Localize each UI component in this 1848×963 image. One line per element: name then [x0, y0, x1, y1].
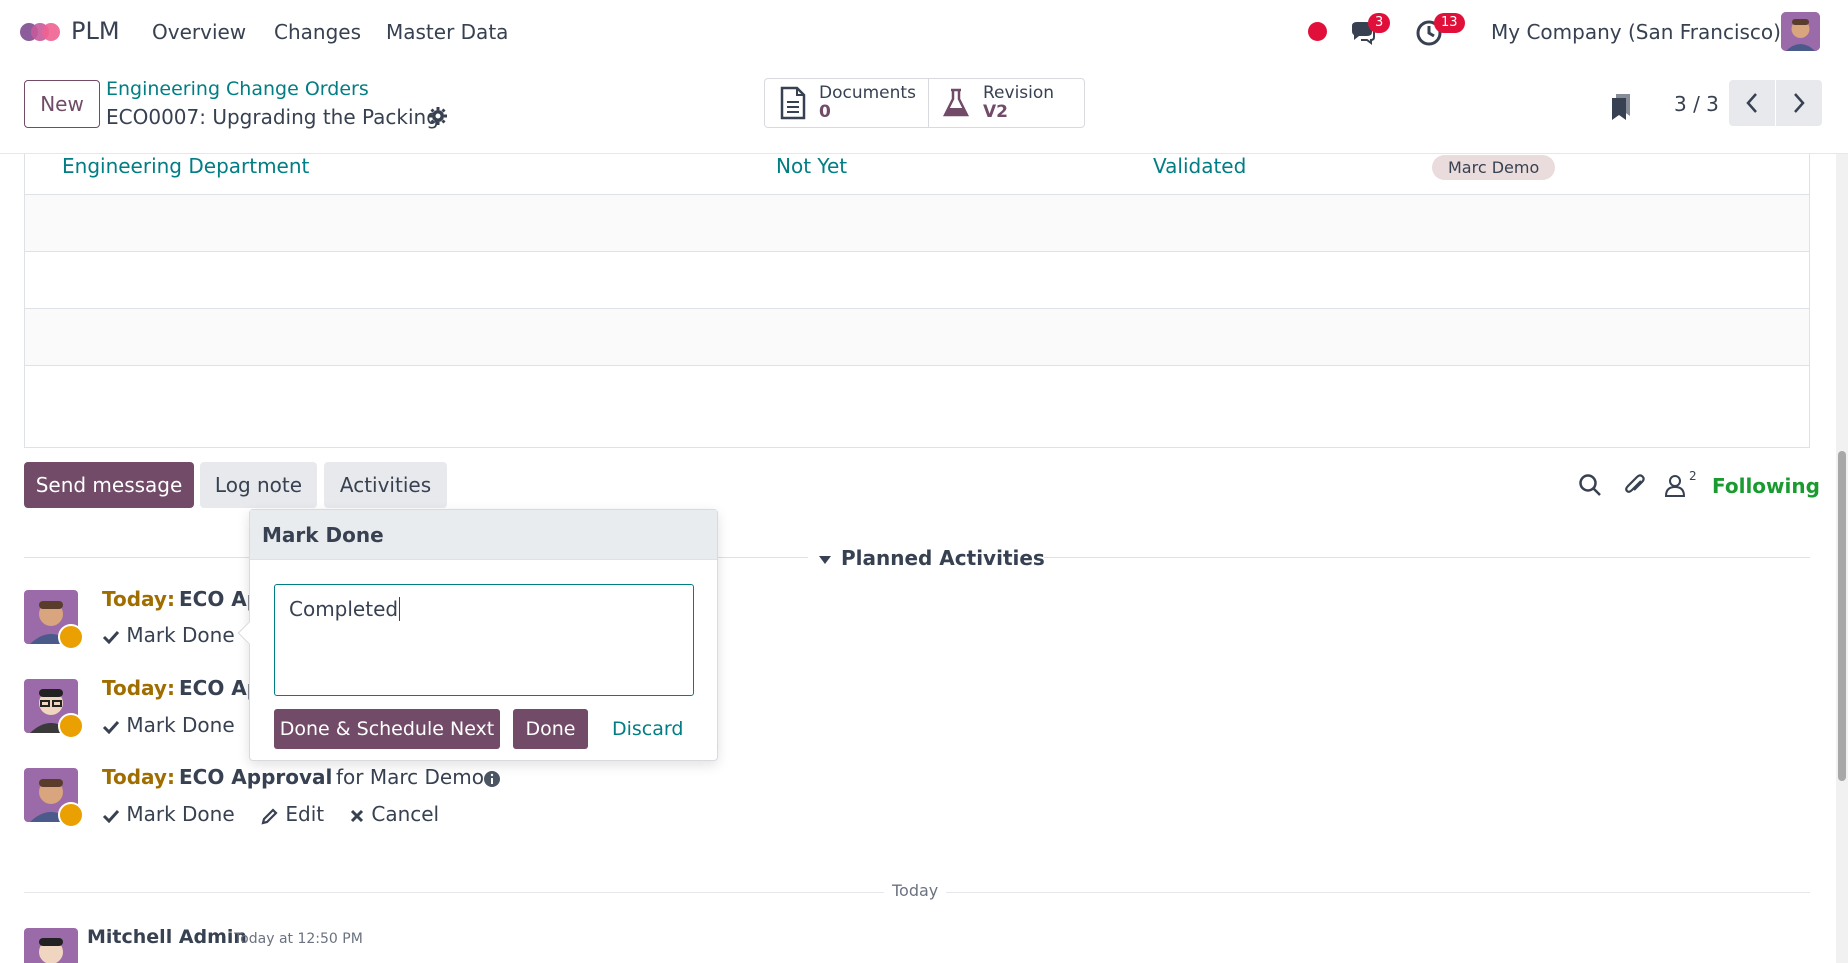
bookmark-icon[interactable] [1610, 92, 1632, 122]
control-panel: New Engineering Change Orders ECO0007: U… [0, 64, 1848, 154]
messages-badge: 3 [1368, 13, 1391, 33]
activity-type-dot [58, 713, 84, 739]
activities-badge: 13 [1434, 13, 1465, 33]
revision-label: Revision [983, 83, 1055, 103]
feedback-value: Completed [289, 597, 399, 621]
cancel-label: Cancel [371, 802, 440, 826]
scrollbar-thumb[interactable] [1838, 451, 1846, 781]
revision-smart-button[interactable]: Revision V2 [928, 79, 1084, 127]
company-switcher[interactable]: My Company (San Francisco) [1491, 20, 1781, 44]
divider [718, 557, 808, 558]
breadcrumb-eco[interactable]: Engineering Change Orders [106, 78, 369, 100]
table-row-empty [25, 252, 1809, 309]
activities-button[interactable]: Activities [324, 462, 447, 508]
top-navbar: PLM Overview Changes Master Data 3 13 My… [0, 0, 1848, 64]
mark-done-label: Mark Done [126, 623, 235, 647]
date-divider-label: Today [884, 881, 947, 900]
nav-changes[interactable]: Changes [274, 20, 361, 44]
gear-icon[interactable] [428, 106, 448, 126]
done-button[interactable]: Done [513, 709, 588, 749]
edit-activity-button[interactable]: Edit [261, 802, 324, 826]
user-icon[interactable] [1662, 472, 1688, 498]
record-title: ECO0007: Upgrading the Packing [106, 105, 439, 129]
message-author[interactable]: Mitchell Admin [87, 926, 247, 948]
plm-logo-icon[interactable] [20, 19, 60, 45]
document-icon [780, 86, 806, 120]
mark-done-label: Mark Done [126, 713, 235, 737]
table-row-empty [25, 309, 1809, 366]
table-row-empty [25, 195, 1809, 252]
popover-header: Mark Done [250, 510, 717, 560]
nav-master-data[interactable]: Master Data [386, 20, 508, 44]
search-icon[interactable] [1577, 472, 1603, 498]
avatar[interactable] [24, 928, 78, 963]
activity-type-dot [58, 624, 84, 650]
team-cell[interactable]: Engineering Department [62, 154, 309, 178]
message-time: Today at 12:50 PM [234, 931, 363, 947]
following-button[interactable]: Following [1712, 474, 1820, 498]
pager-next-button[interactable] [1776, 80, 1822, 126]
documents-count: 0 [819, 102, 831, 122]
mark-done-popover: Mark Done Completed Done & Schedule Next… [237, 509, 718, 761]
table-row[interactable]: Engineering Department Not Yet Validated… [25, 154, 1809, 195]
check-icon [102, 630, 120, 644]
activity-due: Today: [102, 587, 175, 611]
documents-label: Documents [819, 83, 916, 103]
check-icon [102, 809, 120, 823]
edit-label: Edit [285, 802, 325, 826]
revision-value: V2 [983, 102, 1008, 122]
check-icon [102, 720, 120, 734]
divider [24, 557, 249, 558]
activity-type-dot [58, 802, 84, 828]
user-avatar[interactable] [1781, 12, 1820, 51]
discard-button[interactable]: Discard [612, 709, 683, 749]
divider [1044, 557, 1810, 558]
done-schedule-next-button[interactable]: Done & Schedule Next [274, 709, 500, 749]
app-name[interactable]: PLM [71, 17, 120, 45]
followers-count: 2 [1689, 469, 1697, 483]
user-tag[interactable]: Marc Demo [1432, 155, 1556, 180]
flask-icon [943, 88, 969, 117]
status-cell[interactable]: Not Yet [776, 154, 847, 178]
planned-activities-toggle[interactable]: Planned Activities [818, 546, 1045, 570]
nav-overview[interactable]: Overview [152, 20, 246, 44]
feedback-textarea[interactable]: Completed [274, 584, 694, 696]
mark-done-button[interactable]: Mark Done [102, 623, 235, 647]
x-icon [350, 809, 364, 822]
new-button[interactable]: New [24, 80, 100, 128]
paperclip-icon[interactable] [1622, 472, 1648, 498]
chevron-right-icon [1794, 93, 1805, 113]
chevron-left-icon [1746, 93, 1757, 113]
info-icon[interactable] [483, 770, 501, 788]
mark-done-label: Mark Done [126, 802, 235, 826]
pager-previous-button[interactable] [1729, 80, 1775, 126]
planned-activities-label: Planned Activities [840, 546, 1045, 570]
pencil-icon [261, 807, 278, 825]
approvals-table: Engineering Department Not Yet Validated… [24, 154, 1810, 448]
log-note-button[interactable]: Log note [200, 462, 317, 508]
cancel-activity-button[interactable]: Cancel [349, 802, 439, 826]
mark-done-button[interactable]: Mark Done [102, 713, 235, 737]
activity-due: Today: [102, 765, 175, 789]
documents-smart-button[interactable]: Documents 0 [765, 79, 928, 127]
record-dot-icon[interactable] [1308, 22, 1327, 41]
smart-buttons: Documents 0 Revision V2 [764, 78, 1085, 128]
validation-cell[interactable]: Validated [1153, 154, 1246, 178]
pager-value[interactable]: 3 / 3 [1674, 92, 1719, 116]
activity-due: Today: [102, 676, 175, 700]
activity-assignee: for Marc Demo [336, 765, 484, 789]
caret-down-icon [819, 555, 831, 564]
send-message-button[interactable]: Send message [24, 462, 194, 508]
page-scrollbar[interactable] [1836, 154, 1848, 963]
mark-done-button[interactable]: Mark Done [102, 802, 235, 826]
popover-arrow [237, 621, 261, 645]
popover-title: Mark Done [262, 523, 384, 547]
activity-name: ECO Approval [179, 765, 333, 789]
